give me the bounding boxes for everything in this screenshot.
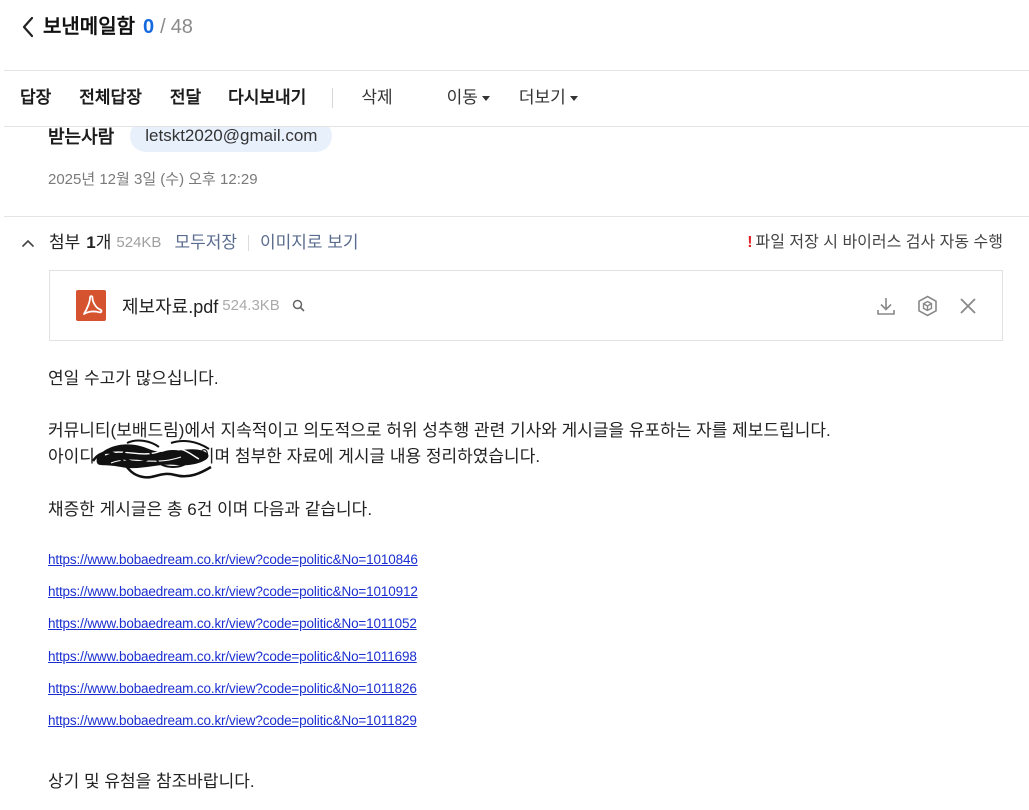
redaction-scribble bbox=[91, 439, 212, 479]
save-to-cloud-button[interactable] bbox=[917, 295, 938, 317]
remove-attachment-button[interactable] bbox=[959, 297, 977, 315]
caret-down-icon bbox=[569, 95, 578, 101]
id-prefix: 아이디 bbox=[48, 447, 95, 466]
virus-scan-text: 파일 저장 시 바이러스 검사 자동 수행 bbox=[755, 234, 1003, 251]
attachment-toggle-button[interactable] bbox=[20, 231, 36, 255]
save-all-button[interactable]: 모두저장 bbox=[174, 231, 237, 255]
body-id-line: 아이디 이며 첨부한 자료에 게시글 내용 정리하였습니다. bbox=[48, 439, 541, 479]
more-dropdown[interactable]: 더보기 bbox=[519, 86, 578, 110]
attachment-item: 제보자료.pdf 524.3KB bbox=[49, 270, 1003, 341]
attachment-header: 첨부 1 개 524KB 모두저장 이미지로 보기 ! 파일 저장 시 바이러스… bbox=[20, 231, 1003, 255]
preview-button[interactable] bbox=[292, 299, 306, 313]
sent-date: 2025년 12월 3일 (수) 오후 12:29 bbox=[48, 171, 258, 188]
evidence-link[interactable]: https://www.bobaedream.co.kr/view?code=p… bbox=[48, 583, 418, 601]
attachment-label: 첨부 bbox=[49, 233, 81, 252]
folder-title-row: 보낸메일함 0 / 48 bbox=[43, 15, 193, 39]
attachment-count: 1 bbox=[86, 233, 96, 252]
body-greeting: 연일 수고가 많으십니다. bbox=[48, 369, 219, 388]
toolbar-divider bbox=[332, 88, 334, 108]
chevron-up-icon bbox=[21, 239, 35, 247]
download-icon bbox=[877, 297, 895, 315]
view-as-image-button[interactable]: 이미지로 보기 bbox=[260, 231, 359, 255]
total-count: 48 bbox=[170, 16, 193, 38]
attachment-divider bbox=[248, 235, 249, 251]
recipient-label: 받는사람 bbox=[48, 127, 115, 147]
cube-icon bbox=[918, 295, 937, 316]
current-count: 0 bbox=[143, 16, 155, 38]
warning-icon: ! bbox=[747, 234, 753, 251]
more-label: 더보기 bbox=[518, 88, 566, 107]
body-closing: 상기 및 유첨을 참조바랍니다. bbox=[48, 772, 255, 791]
evidence-link[interactable]: https://www.bobaedream.co.kr/view?code=p… bbox=[48, 712, 417, 730]
attachment-total-size: 524KB bbox=[116, 234, 162, 251]
forward-button[interactable]: 전달 bbox=[170, 86, 201, 110]
recipient-row: 받는사람 letskt2020@gmail.com bbox=[48, 127, 333, 152]
virus-scan-notice: ! 파일 저장 시 바이러스 검사 자동 수행 bbox=[747, 231, 1003, 255]
delete-button[interactable]: 삭제 bbox=[361, 86, 392, 110]
evidence-link[interactable]: https://www.bobaedream.co.kr/view?code=p… bbox=[48, 680, 417, 698]
move-dropdown[interactable]: 이동 bbox=[447, 86, 490, 110]
chevron-left-icon bbox=[22, 16, 34, 38]
mail-header: 보낸메일함 0 / 48 bbox=[0, 0, 1029, 70]
move-label: 이동 bbox=[446, 88, 478, 107]
body-evidence-line: 채증한 게시글은 총 6건 이며 다음과 같습니다. bbox=[48, 500, 373, 519]
meta-divider bbox=[4, 216, 1029, 217]
pdf-file-icon bbox=[76, 290, 106, 321]
attachment-actions bbox=[876, 295, 977, 317]
resend-button[interactable]: 다시보내기 bbox=[228, 86, 306, 110]
search-icon bbox=[293, 299, 305, 312]
evidence-link[interactable]: https://www.bobaedream.co.kr/view?code=p… bbox=[48, 551, 418, 569]
attachment-file-size: 524.3KB bbox=[222, 297, 280, 314]
caret-down-icon bbox=[481, 95, 490, 101]
message-viewport[interactable]: 받는사람 letskt2020@gmail.com 2025년 12월 3일 (… bbox=[0, 127, 1029, 810]
back-button[interactable] bbox=[16, 14, 40, 40]
count-separator: / bbox=[160, 16, 166, 38]
mail-toolbar: 답장 전체답장 전달 다시보내기 삭제 이동 더보기 bbox=[20, 86, 578, 110]
redacted-id bbox=[91, 439, 212, 479]
reply-button[interactable]: 답장 bbox=[20, 86, 51, 110]
recipient-chip[interactable]: letskt2020@gmail.com bbox=[130, 127, 333, 152]
close-icon bbox=[960, 297, 976, 314]
evidence-link[interactable]: https://www.bobaedream.co.kr/view?code=p… bbox=[48, 648, 417, 666]
header-divider bbox=[4, 70, 1029, 71]
attachment-file-name[interactable]: 제보자료.pdf bbox=[122, 293, 218, 319]
folder-title: 보낸메일함 bbox=[43, 16, 135, 38]
reply-all-button[interactable]: 전체답장 bbox=[79, 86, 142, 110]
evidence-link[interactable]: https://www.bobaedream.co.kr/view?code=p… bbox=[48, 615, 417, 633]
id-suffix: 이며 첨부한 자료에 게시글 내용 정리하였습니다. bbox=[198, 447, 541, 466]
attachment-count-unit: 개 bbox=[95, 233, 112, 252]
download-button[interactable] bbox=[876, 296, 896, 316]
